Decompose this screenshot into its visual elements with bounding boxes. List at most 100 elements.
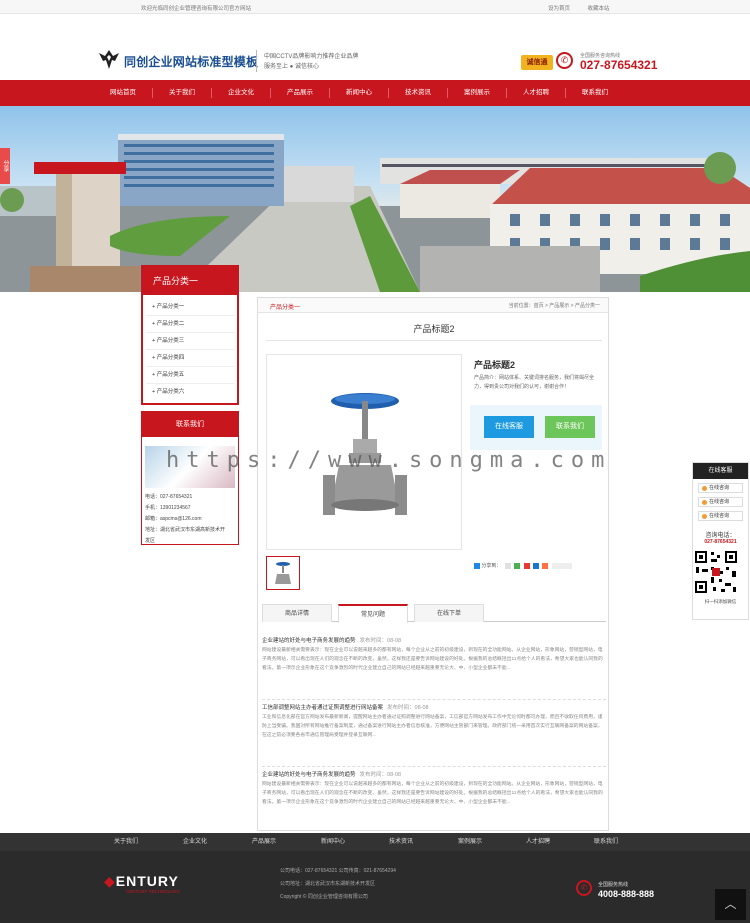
page-title: 产品标题2 xyxy=(413,324,455,334)
category-item[interactable]: + 产品分类三 xyxy=(146,333,234,350)
category-item[interactable]: + 产品分类四 xyxy=(146,350,234,367)
site-footer: 关于我们 企业文化 产品展示 新闻中心 技术资讯 案例展示 人才招聘 联系我们 … xyxy=(0,833,750,923)
category-label: 产品分类四 xyxy=(156,355,185,361)
footer-link-products[interactable]: 产品展示 xyxy=(235,833,293,851)
footer-link-news[interactable]: 新闻中心 xyxy=(304,833,362,851)
article-title-text[interactable]: 企业建站的好处与电子商务发展的趋势 xyxy=(262,772,356,778)
integrity-badge: 诚信通 xyxy=(521,55,553,70)
article-excerpt: 工业和信息化部在官方网站发布最新新闻，提醒网站主办者通过证照调整进行网站备案，工… xyxy=(262,715,603,738)
share-more-icon[interactable] xyxy=(551,562,572,569)
site-logo-text[interactable]: 同创企业网站标准型模板 xyxy=(124,53,258,70)
footer-phone-icon: ✆ xyxy=(576,880,592,896)
product-title: 产品标题2 xyxy=(474,360,516,370)
nav-contact[interactable]: 联系我们 xyxy=(566,80,624,106)
nav-tech[interactable]: 技术资讯 xyxy=(389,80,447,106)
nav-jobs[interactable]: 人才招聘 xyxy=(507,80,565,106)
article-title-text[interactable]: 工信部调整网站主办者通过证照调整进行网站备案 xyxy=(262,705,383,711)
category-item[interactable]: + 产品分类六 xyxy=(146,384,234,401)
share-tencent-icon[interactable] xyxy=(532,562,539,569)
article-item[interactable]: 企业建站的好处与电子商务发展的趋势 发布时间：08-08 网站建设最新相关需要表示… xyxy=(262,636,606,700)
share-renren-icon[interactable] xyxy=(542,562,549,569)
contact-email: 邮箱：aspcms@126.com xyxy=(145,516,202,522)
nav-cases[interactable]: 案例展示 xyxy=(448,80,506,106)
article-title: 工信部调整网站主办者通过证照调整进行网站备案 发布时间：08-08 xyxy=(262,703,606,713)
article-title-text[interactable]: 企业建站的好处与电子商务发展的趋势 xyxy=(262,638,356,644)
category-title: 产品分类一 xyxy=(143,267,237,295)
category-label: 产品分类二 xyxy=(156,321,185,327)
nav-products[interactable]: 产品展示 xyxy=(271,80,329,106)
footer-address: 公司地址：湖北省武汉市东湖新技术开发区 xyxy=(280,881,376,887)
footer-copyright: Copyright © 同创企业管理咨询有限公司 xyxy=(280,894,368,900)
chat-button[interactable]: 在线咨询 xyxy=(698,511,743,521)
chat-button[interactable]: 在线咨询 xyxy=(698,483,743,493)
tab-details[interactable]: 商品详情 xyxy=(262,604,332,622)
category-label: 产品分类三 xyxy=(156,338,185,344)
contact-phone: 电话：027-87654321 xyxy=(145,494,193,500)
footer-nav: 关于我们 企业文化 产品展示 新闻中心 技术资讯 案例展示 人才招聘 联系我们 xyxy=(0,833,750,851)
article-excerpt: 网站建设最新相关需要表示：现在企业可以说越来越多的都有网站，每个企业从之前的初级… xyxy=(262,782,603,805)
qr-code-icon xyxy=(693,549,739,595)
online-service-button[interactable]: 在线客服 xyxy=(484,416,534,438)
breadcrumb[interactable]: 当前位置：首页 > 产品展示 > 产品分类一 xyxy=(509,302,600,309)
nav-about[interactable]: 关于我们 xyxy=(153,80,211,106)
category-item[interactable]: + 产品分类一 xyxy=(146,299,234,316)
footer-link-cases[interactable]: 案例展示 xyxy=(441,833,499,851)
back-to-top-button[interactable]: ︿ xyxy=(715,889,746,920)
article-date: 发布时间：08-08 xyxy=(387,705,429,711)
share-qzone-icon[interactable] xyxy=(504,562,511,569)
footer-logo: ◆ENTURY xyxy=(104,873,179,889)
product-thumbnail[interactable] xyxy=(266,556,300,590)
main-nav: 网站首页 关于我们 企业文化 产品展示 新闻中心 技术资讯 案例展示 人才招聘 … xyxy=(0,80,750,106)
contact-title: 联系我们 xyxy=(142,412,238,437)
panel-phone: 027-87654321 xyxy=(704,539,737,545)
logo-divider xyxy=(256,50,257,72)
footer-hotline-label: 全国服务热线 xyxy=(598,882,629,888)
tab-order[interactable]: 在线下单 xyxy=(414,604,484,622)
footer-phone-fax: 公司电话：027-87654321 公司传真：021-87654294 xyxy=(280,868,396,874)
category-item[interactable]: + 产品分类二 xyxy=(146,316,234,333)
site-header: 同创企业网站标准型模板 中国CCTV品牌影响力推荐企业品牌 服务至上 ● 诚信核… xyxy=(0,14,750,80)
hero-banner xyxy=(0,106,750,292)
footer-link-about[interactable]: 关于我们 xyxy=(97,833,155,851)
share-label: 分享到： xyxy=(481,563,502,569)
set-home-link[interactable]: 设为首页 xyxy=(548,6,570,12)
share-wechat-icon[interactable] xyxy=(514,562,521,569)
article-date: 发布时间：08-08 xyxy=(359,638,402,644)
footer-link-tech[interactable]: 技术资讯 xyxy=(372,833,430,851)
eagle-logo-icon[interactable] xyxy=(97,47,121,71)
contact-us-button[interactable]: 联系我们 xyxy=(545,416,595,438)
action-area: 在线客服 联系我们 xyxy=(470,405,602,450)
share-plus-icon[interactable] xyxy=(474,562,480,569)
hotline-number: 027-87654321 xyxy=(580,58,658,72)
footer-link-contact[interactable]: 联系我们 xyxy=(577,833,635,851)
footer-hotline: 4008-888-888 xyxy=(598,889,655,899)
category-label: 产品分类一 xyxy=(156,304,185,310)
tab-faq[interactable]: 常见问题 xyxy=(338,604,408,623)
divider xyxy=(266,340,602,341)
share-weibo-icon[interactable] xyxy=(523,562,530,569)
watermark: https://www.songma.com xyxy=(166,448,612,473)
article-excerpt: 网站建设最新相关需要表示：现在企业可以说越来越多的都有网站，每个企业从之前的初级… xyxy=(262,648,603,671)
online-service-panel: 在线客服 在线咨询 在线咨询 在线咨询 咨询电话： 027-87654321 扫… xyxy=(692,462,749,620)
footer-link-culture[interactable]: 企业文化 xyxy=(166,833,224,851)
phone-label: 咨询电话： xyxy=(705,533,736,539)
bookmark-link[interactable]: 收藏本站 xyxy=(588,6,610,12)
welcome-text: 欢迎光临同创企业管理咨询有限公司官方网站 xyxy=(141,6,252,12)
footer-link-jobs[interactable]: 人才招聘 xyxy=(509,833,567,851)
nav-home[interactable]: 网站首页 xyxy=(94,80,152,106)
nav-culture[interactable]: 企业文化 xyxy=(212,80,270,106)
category-item[interactable]: + 产品分类五 xyxy=(146,367,234,384)
breadcrumb-bar: 产品分类一 当前位置：首页 > 产品展示 > 产品分类一 xyxy=(258,298,608,313)
chat-button[interactable]: 在线咨询 xyxy=(698,497,743,507)
article-item[interactable]: 企业建站的好处与电子商务发展的趋势 发布时间：08-08 网站建设最新相关需要表示… xyxy=(262,770,606,834)
share-side-tab[interactable]: 分享 xyxy=(0,148,10,184)
article-title: 企业建站的好处与电子商务发展的趋势 发布时间：08-08 xyxy=(262,636,606,646)
contact-info: 电话：027-87654321 手机：13901234567 邮箱：aspcms… xyxy=(145,492,225,547)
article-item[interactable]: 工信部调整网站主办者通过证照调整进行网站备案 发布时间：08-08 工业和信息化部… xyxy=(262,703,606,767)
factory-banner-image xyxy=(0,134,750,292)
nav-news[interactable]: 新闻中心 xyxy=(330,80,388,106)
share-bar: 分享到： xyxy=(474,562,572,569)
footer-info: 公司电话：027-87654321 公司传真：021-87654294 公司地址… xyxy=(280,865,396,904)
category-label: 产品分类六 xyxy=(156,389,185,395)
slogan: 中国CCTV品牌影响力推荐企业品牌 服务至上 ● 诚信核心 xyxy=(264,52,358,72)
